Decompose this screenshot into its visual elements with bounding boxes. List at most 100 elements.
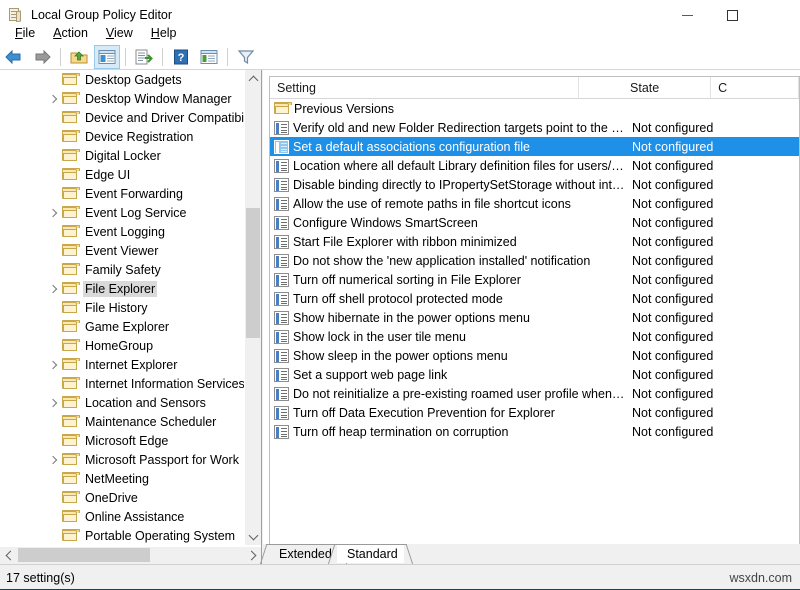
settings-row[interactable]: Verify old and new Folder Redirection ta… bbox=[270, 118, 799, 137]
tree-item[interactable]: Event Log Service bbox=[0, 203, 245, 222]
tree-item[interactable]: Event Forwarding bbox=[0, 184, 245, 203]
column-header-comment[interactable]: C bbox=[711, 77, 799, 98]
settings-row[interactable]: Show lock in the user tile menuNot confi… bbox=[270, 327, 799, 346]
expand-chevron-icon[interactable] bbox=[48, 454, 60, 466]
help-button[interactable]: ? bbox=[168, 45, 194, 69]
tree-item[interactable]: Game Explorer bbox=[0, 317, 245, 336]
setting-name-cell: Disable binding directly to IPropertySet… bbox=[270, 177, 625, 193]
expand-chevron-icon[interactable] bbox=[48, 397, 60, 409]
settings-row[interactable]: Disable binding directly to IPropertySet… bbox=[270, 175, 799, 194]
setting-name-cell: Configure Windows SmartScreen bbox=[270, 215, 625, 231]
tree-item[interactable]: Device Registration bbox=[0, 127, 245, 146]
tree-item-label: Device Registration bbox=[83, 129, 195, 145]
tree-scroll-left-button[interactable] bbox=[0, 547, 17, 563]
export-list-button[interactable] bbox=[131, 45, 157, 69]
show-hide-action-pane-button[interactable] bbox=[196, 45, 222, 69]
expand-chevron-icon[interactable] bbox=[48, 93, 60, 105]
folder-icon bbox=[62, 225, 78, 238]
setting-state-cell: Not configured bbox=[625, 387, 777, 401]
expand-chevron-icon[interactable] bbox=[48, 207, 60, 219]
policy-setting-icon bbox=[274, 178, 289, 192]
status-text: 17 setting(s) bbox=[0, 571, 75, 585]
settings-rows[interactable]: Previous Versions Verify old and new Fold… bbox=[270, 99, 799, 545]
folder-icon bbox=[62, 529, 78, 542]
settings-row[interactable]: Set a default associations configuration… bbox=[270, 137, 799, 156]
setting-state-cell: Not configured bbox=[625, 425, 777, 439]
settings-row[interactable]: Turn off shell protocol protected modeNo… bbox=[270, 289, 799, 308]
settings-row[interactable]: Configure Windows SmartScreenNot configu… bbox=[270, 213, 799, 232]
tree-item[interactable]: File Explorer bbox=[0, 279, 245, 298]
settings-row[interactable]: Turn off numerical sorting in File Explo… bbox=[270, 270, 799, 289]
back-button[interactable] bbox=[1, 45, 27, 69]
tree-item[interactable]: Microsoft Passport for Work bbox=[0, 450, 245, 469]
settings-row[interactable]: Allow the use of remote paths in file sh… bbox=[270, 194, 799, 213]
settings-row[interactable]: Location where all default Library defin… bbox=[270, 156, 799, 175]
tree-item[interactable]: Desktop Window Manager bbox=[0, 89, 245, 108]
settings-row[interactable]: Turn off heap termination on corruptionN… bbox=[270, 422, 799, 441]
menu-file[interactable]: File bbox=[6, 24, 44, 42]
tree-item[interactable]: Maintenance Scheduler bbox=[0, 412, 245, 431]
tree-list[interactable]: Desktop GadgetsDesktop Window ManagerDev… bbox=[0, 70, 245, 545]
tree-item[interactable]: Family Safety bbox=[0, 260, 245, 279]
action-pane-icon bbox=[200, 49, 218, 65]
menu-action[interactable]: Action bbox=[44, 24, 97, 42]
column-header-setting[interactable]: Setting bbox=[270, 77, 579, 98]
expand-chevron-icon[interactable] bbox=[48, 359, 60, 371]
toolbar-separator bbox=[162, 48, 163, 66]
settings-row[interactable]: Do not show the 'new application install… bbox=[270, 251, 799, 270]
tree-hscroll-thumb[interactable] bbox=[18, 548, 150, 562]
tree-item[interactable]: Event Viewer bbox=[0, 241, 245, 260]
column-header-state[interactable]: State bbox=[579, 77, 711, 98]
tree-item[interactable]: Online Assistance bbox=[0, 507, 245, 526]
svg-text:?: ? bbox=[178, 52, 185, 64]
policy-setting-icon bbox=[274, 216, 289, 230]
tree-horizontal-scrollbar[interactable] bbox=[0, 547, 261, 564]
tree-item[interactable]: Digital Locker bbox=[0, 146, 245, 165]
forward-button[interactable] bbox=[29, 45, 55, 69]
tree-item[interactable]: Location and Sensors bbox=[0, 393, 245, 412]
tree-item[interactable]: Edge UI bbox=[0, 165, 245, 184]
tree-item[interactable]: File History bbox=[0, 298, 245, 317]
setting-label: Verify old and new Folder Redirection ta… bbox=[293, 120, 625, 136]
tree-item[interactable]: Portable Operating System bbox=[0, 526, 245, 545]
settings-row[interactable]: Do not reinitialize a pre-existing roame… bbox=[270, 384, 799, 403]
menu-help[interactable]: Help bbox=[142, 24, 186, 42]
settings-row[interactable]: Show sleep in the power options menuNot … bbox=[270, 346, 799, 365]
tree-item[interactable]: Internet Information Services bbox=[0, 374, 245, 393]
tree-item[interactable]: OneDrive bbox=[0, 488, 245, 507]
setting-label: Show hibernate in the power options menu bbox=[293, 310, 530, 326]
tree-item[interactable]: Desktop Gadgets bbox=[0, 70, 245, 89]
setting-name-cell: Show hibernate in the power options menu bbox=[270, 310, 625, 326]
settings-row[interactable]: Show hibernate in the power options menu… bbox=[270, 308, 799, 327]
settings-row[interactable]: Turn off Data Execution Prevention for E… bbox=[270, 403, 799, 422]
settings-listview[interactable]: Setting State C Previous Versions Verify … bbox=[269, 76, 800, 546]
settings-row[interactable]: Previous Versions bbox=[270, 99, 799, 118]
setting-state-cell: Not configured bbox=[625, 349, 777, 363]
up-one-level-button[interactable] bbox=[66, 45, 92, 69]
tree-item[interactable]: HomeGroup bbox=[0, 336, 245, 355]
tree-item[interactable]: NetMeeting bbox=[0, 469, 245, 488]
expand-chevron-icon[interactable] bbox=[48, 283, 60, 295]
chevron-right-icon bbox=[246, 550, 256, 560]
tree-item[interactable]: Microsoft Edge bbox=[0, 431, 245, 450]
show-hide-console-tree-button[interactable] bbox=[94, 45, 120, 69]
tree-scroll-thumb[interactable] bbox=[246, 208, 260, 338]
toolbar-separator bbox=[60, 48, 61, 66]
setting-label: Turn off shell protocol protected mode bbox=[293, 291, 503, 307]
setting-label: Previous Versions bbox=[294, 101, 394, 117]
tab-extended[interactable]: Extended bbox=[269, 544, 338, 563]
menu-view[interactable]: View bbox=[97, 24, 142, 42]
filter-button[interactable] bbox=[233, 45, 259, 69]
folder-icon bbox=[62, 187, 78, 200]
settings-row[interactable]: Set a support web page linkNot configure… bbox=[270, 365, 799, 384]
tree-item[interactable]: Device and Driver Compatibil bbox=[0, 108, 245, 127]
tree-item[interactable]: Internet Explorer bbox=[0, 355, 245, 374]
settings-row[interactable]: Start File Explorer with ribbon minimize… bbox=[270, 232, 799, 251]
setting-state-cell: Not configured bbox=[625, 159, 777, 173]
tree-scroll-up-button[interactable] bbox=[245, 70, 261, 87]
tree-item[interactable]: Event Logging bbox=[0, 222, 245, 241]
tree-scroll-down-button[interactable] bbox=[245, 528, 261, 545]
tab-standard[interactable]: Standard bbox=[337, 544, 404, 563]
tree-vertical-scrollbar[interactable] bbox=[244, 70, 261, 545]
tree-scroll-right-button[interactable] bbox=[244, 547, 261, 563]
